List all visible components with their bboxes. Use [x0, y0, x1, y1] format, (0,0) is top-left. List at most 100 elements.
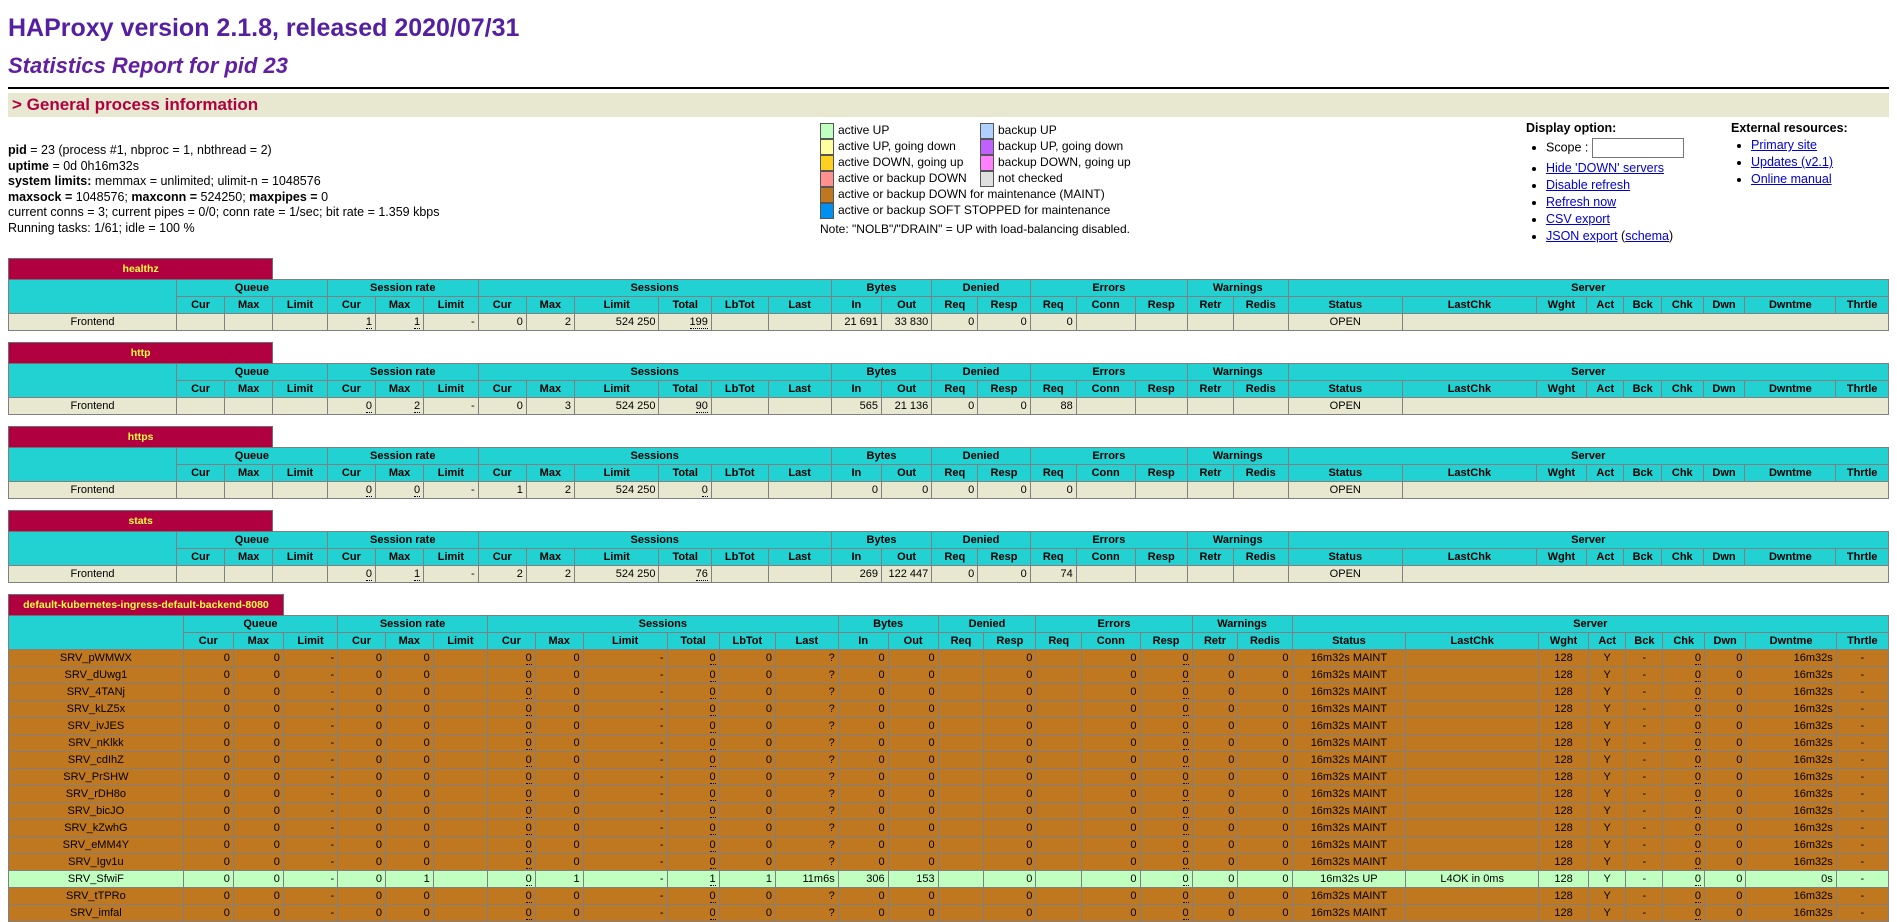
- cell-chk: 0: [1663, 735, 1704, 752]
- cell-lastchk: [1406, 701, 1539, 718]
- cell-smax: 0: [535, 667, 583, 684]
- proxy-table-http: httpQueueSession rateSessionsBytesDenied…: [8, 342, 1889, 415]
- frontend-row: Frontend00-12524 250000000OPEN: [9, 482, 1889, 499]
- column-header: Max: [526, 465, 574, 482]
- column-header: Cur: [478, 297, 526, 314]
- cell-bout: 0: [882, 482, 932, 499]
- column-group: Warnings: [1192, 616, 1292, 633]
- column-group: Server: [1288, 280, 1888, 297]
- option-item: Primary site: [1751, 138, 1881, 152]
- cell-eresp: 0: [1140, 820, 1192, 837]
- legend-label: backup DOWN, going up: [998, 155, 1131, 171]
- cell-bin: 0: [838, 718, 888, 735]
- cell-qmax: 0: [233, 667, 283, 684]
- page-title: HAProxy version 2.1.8, released 2020/07/…: [8, 14, 1889, 43]
- cell-eresp: 0: [1140, 752, 1192, 769]
- cell-eresp: 0: [1140, 786, 1192, 803]
- cell-stot: 199: [659, 314, 711, 331]
- cell-rcur: 0: [327, 398, 375, 415]
- cell-dresp: 0: [984, 667, 1036, 684]
- cell-slim: -: [583, 650, 667, 667]
- column-header: Bck: [1626, 633, 1663, 650]
- legend-swatch: [820, 123, 834, 139]
- cell-lbtot: 0: [719, 888, 775, 905]
- column-header: Chk: [1661, 549, 1703, 566]
- server-name: SRV_dUwg1: [9, 667, 184, 684]
- cell-ereq: [1036, 854, 1082, 871]
- cell-lbtot: 0: [719, 905, 775, 922]
- cell-stot: 0: [667, 888, 719, 905]
- column-header: Dwntme: [1745, 465, 1836, 482]
- column-header: Limit: [574, 465, 659, 482]
- cell-qlim: -: [283, 854, 337, 871]
- cell-dreq: 0: [932, 314, 978, 331]
- cell-last: ?: [776, 718, 839, 735]
- legend-item: active UP, going down: [820, 139, 980, 155]
- cell-rmax: 0: [385, 854, 433, 871]
- column-header: Retr: [1187, 381, 1233, 398]
- cell-thrtle: -: [1836, 837, 1888, 854]
- cell-rcur: 0: [338, 769, 386, 786]
- cell-ereq: [1036, 871, 1082, 888]
- column-header: Limit: [424, 381, 479, 398]
- cell-wght: 128: [1539, 752, 1589, 769]
- column-header: In: [838, 633, 888, 650]
- option-link[interactable]: JSON export: [1546, 229, 1618, 243]
- cell-wght: 128: [1539, 650, 1589, 667]
- column-group: Errors: [1036, 616, 1192, 633]
- cell-chk: 0: [1663, 650, 1704, 667]
- cell-dreq: [938, 701, 984, 718]
- cell-qlim: -: [283, 718, 337, 735]
- cell-ereq: [1036, 803, 1082, 820]
- cell-stot: 0: [667, 905, 719, 922]
- cell-qcur: [176, 482, 224, 499]
- column-header: Conn: [1076, 465, 1135, 482]
- cell-ereq: [1036, 905, 1082, 922]
- cell-scur: 0: [487, 667, 535, 684]
- cell-wretr: 0: [1192, 905, 1238, 922]
- cell-act: Y: [1589, 769, 1626, 786]
- scope-input[interactable]: [1592, 138, 1684, 158]
- column-group: Denied: [932, 364, 1030, 381]
- cell-last: 11m6s: [776, 871, 839, 888]
- option-link[interactable]: Hide 'DOWN' servers: [1546, 161, 1664, 175]
- legend-item: active or backup SOFT STOPPED for mainte…: [820, 203, 1110, 219]
- cell-wght: 128: [1539, 820, 1589, 837]
- option-link[interactable]: Refresh now: [1546, 195, 1616, 209]
- cell-qlim: [273, 482, 328, 499]
- cell-chk: 0: [1663, 684, 1704, 701]
- option-link[interactable]: Online manual: [1751, 172, 1832, 186]
- option-link[interactable]: Updates (v2.1): [1751, 155, 1833, 169]
- cell-smax: 0: [535, 786, 583, 803]
- cell-rmax: 0: [385, 684, 433, 701]
- option-link[interactable]: schema: [1625, 229, 1669, 243]
- cell-wretr: 0: [1192, 650, 1238, 667]
- column-group: Session rate: [327, 532, 478, 549]
- column-group: Errors: [1030, 448, 1187, 465]
- table-corner: [9, 280, 177, 314]
- cell-lastchk: [1406, 888, 1539, 905]
- server-name: SRV_rDH8o: [9, 786, 184, 803]
- legend-label: active DOWN, going up: [838, 155, 963, 171]
- cell-status: 16m32s MAINT: [1292, 837, 1406, 854]
- cell-dresp: 0: [978, 566, 1030, 583]
- option-link[interactable]: CSV export: [1546, 212, 1610, 226]
- cell-wght: 128: [1539, 735, 1589, 752]
- option-link[interactable]: Primary site: [1751, 138, 1817, 152]
- option-link[interactable]: Disable refresh: [1546, 178, 1630, 192]
- process-info-line: system limits: memmax = unlimited; ulimi…: [8, 174, 820, 190]
- column-group: Sessions: [478, 448, 831, 465]
- cell-lbtot: 0: [719, 854, 775, 871]
- column-group: Queue: [176, 448, 327, 465]
- cell-status: 16m32s MAINT: [1292, 803, 1406, 820]
- cell-scur: 0: [487, 786, 535, 803]
- cell-eresp: 0: [1140, 905, 1192, 922]
- cell-bin: 269: [831, 566, 881, 583]
- row-label: Frontend: [9, 482, 177, 499]
- cell-stot: 0: [667, 667, 719, 684]
- cell-bck: -: [1626, 871, 1663, 888]
- cell-thrtle: -: [1836, 888, 1888, 905]
- cell-rcur: 0: [327, 566, 375, 583]
- cell-econ: 0: [1082, 786, 1140, 803]
- cell-thrtle: -: [1836, 701, 1888, 718]
